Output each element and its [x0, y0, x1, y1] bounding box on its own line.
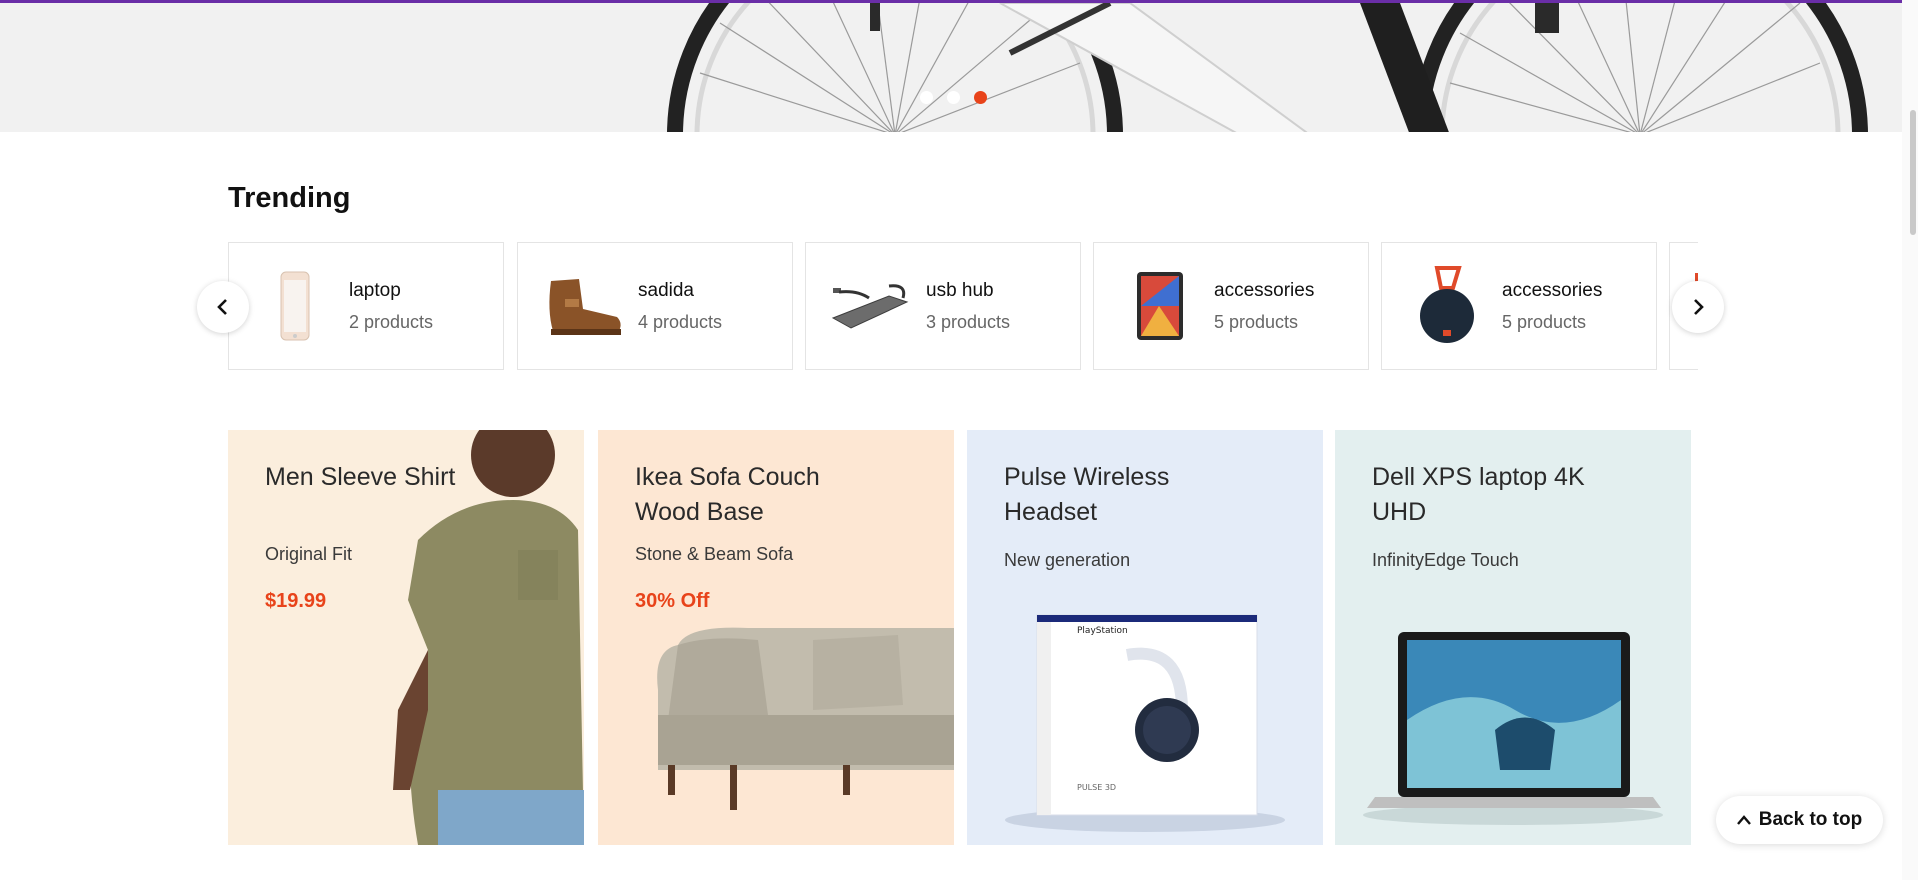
back-to-top-button[interactable]: Back to top [1716, 796, 1883, 844]
tablet-thumbnail [1114, 261, 1204, 351]
promo-price: $19.99 [265, 590, 327, 612]
promo-title: Ikea Sofa Couch Wood Base [635, 463, 820, 526]
svg-text:PULSE 3D: PULSE 3D [1077, 783, 1116, 792]
promo-price: 30% Off [635, 590, 710, 612]
trending-card-count: 5 products [1502, 311, 1587, 332]
promo-subtitle: Original Fit [265, 544, 353, 564]
trending-card-name: sadida [638, 279, 694, 301]
scrollbar-thumb[interactable] [1910, 110, 1916, 235]
carousel-prev-button[interactable] [197, 281, 249, 333]
trending-card-name: usb hub [926, 279, 994, 301]
slider-dots [920, 91, 987, 104]
trending-card-count: 2 products [349, 311, 434, 332]
promo-title: Men Sleeve Shirt [265, 463, 456, 491]
trending-card-name: laptop [349, 279, 401, 301]
page: Trending laptop 2 products sadida 4 prod… [0, 0, 1918, 880]
promo-card-shirt[interactable]: Men Sleeve Shirt Original Fit $19.99 [228, 430, 584, 845]
slider-dot-3[interactable] [974, 91, 987, 104]
chevron-up-icon [1736, 815, 1751, 825]
trending-card[interactable]: usb hub 3 products [805, 242, 1081, 370]
trending-card[interactable]: laptop 2 products [228, 242, 504, 370]
trending-card-count: 4 products [638, 311, 723, 332]
trending-carousel: laptop 2 products sadida 4 products usb … [228, 242, 1698, 370]
promo-card-laptop[interactable]: Dell XPS laptop 4K UHD InfinityEdge Touc… [1335, 430, 1691, 845]
promo-title: Pulse Wireless Headset [1004, 463, 1170, 526]
promo-subtitle: InfinityEdge Touch [1372, 550, 1519, 570]
slider-dot-2[interactable] [947, 91, 960, 104]
trending-card[interactable]: sadida 4 products [517, 242, 793, 370]
promo-subtitle: Stone & Beam Sofa [635, 544, 794, 564]
promo-card-sofa[interactable]: Ikea Sofa Couch Wood Base Stone & Beam S… [598, 430, 954, 845]
back-to-top-label: Back to top [1758, 809, 1863, 830]
page-scrollbar[interactable] [1902, 0, 1918, 880]
chevron-right-icon [1694, 299, 1704, 315]
speaker-thumbnail [1402, 261, 1492, 351]
phone-thumbnail [249, 261, 339, 351]
trending-card[interactable]: accessories 5 products [1093, 242, 1369, 370]
chevron-left-icon [217, 299, 227, 315]
svg-text:PlayStation: PlayStation [1077, 626, 1128, 636]
trending-card-count: 5 products [1214, 311, 1299, 332]
trending-card[interactable]: accessories 5 products [1381, 242, 1657, 370]
promo-subtitle: New generation [1004, 550, 1131, 570]
trending-title: Trending [228, 182, 351, 214]
promo-card-headset[interactable]: PlayStation PULSE 3D Pulse Wireless Head… [967, 430, 1323, 845]
usb-hub-thumbnail [826, 261, 916, 351]
promo-title: Dell XPS laptop 4K UHD [1372, 463, 1585, 526]
hero-banner[interactable] [0, 0, 1918, 132]
trending-card-name: accessories [1214, 279, 1315, 301]
bicycle-image [667, 3, 1868, 132]
trending-card-count: 3 products [926, 311, 1011, 332]
slider-dot-1[interactable] [920, 91, 933, 104]
trending-card-name: accessories [1502, 279, 1603, 301]
boot-thumbnail [538, 261, 628, 351]
carousel-next-button[interactable] [1672, 281, 1724, 333]
